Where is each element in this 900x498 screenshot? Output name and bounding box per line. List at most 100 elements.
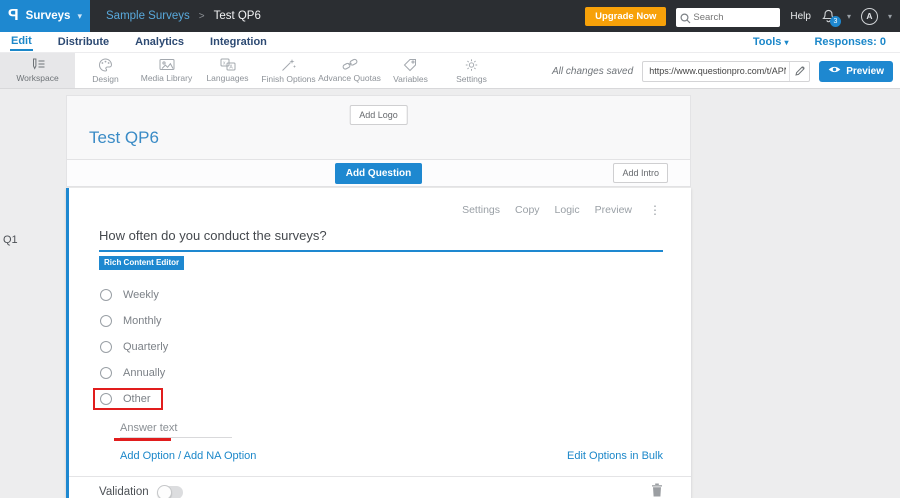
search-input[interactable]: [676, 7, 781, 27]
option-label[interactable]: Annually: [123, 367, 165, 379]
questionpro-logo-icon: P: [8, 7, 19, 24]
radio-icon[interactable]: [100, 393, 112, 405]
survey-editor-canvas: Q1 Add Logo Test QP6 Add Question Add In…: [0, 95, 900, 498]
toolbar-item-variables[interactable]: Variables: [380, 53, 441, 88]
workspace-icon: [30, 58, 46, 71]
question-input-underline: [99, 250, 663, 252]
question-copy-link[interactable]: Copy: [515, 204, 540, 216]
edit-options-in-bulk-link[interactable]: Edit Options in Bulk: [567, 450, 663, 462]
question-block: Settings Copy Logic Preview ⋮ How often …: [66, 188, 691, 498]
toolbar-item-advance-quotas[interactable]: Advance Quotas: [318, 53, 381, 88]
edit-toolbar: Workspace Design Media Library xA Langua…: [0, 52, 900, 89]
add-question-strip: Add Question Add Intro: [66, 160, 691, 187]
top-bar-right: Upgrade Now Help 3 ▾ A ▾: [585, 0, 892, 32]
toolbar-right: All changes saved Preview: [552, 53, 893, 89]
option-label[interactable]: Monthly: [123, 315, 162, 327]
toolbar-item-workspace[interactable]: Workspace: [0, 53, 75, 88]
breadcrumb-parent[interactable]: Sample Surveys: [106, 10, 190, 22]
media-library-icon: [159, 58, 175, 71]
settings-gear-icon: [464, 58, 479, 72]
notifications-caret-icon[interactable]: ▾: [847, 12, 851, 21]
option-label[interactable]: Other: [123, 393, 151, 405]
question-logic-link[interactable]: Logic: [555, 204, 580, 216]
design-palette-icon: [98, 57, 113, 72]
radio-icon[interactable]: [100, 341, 112, 353]
question-preview-link[interactable]: Preview: [595, 204, 632, 216]
top-bar: P Surveys ▾ Sample Surveys > Test QP6 Up…: [0, 0, 900, 32]
add-question-button-top[interactable]: Add Question: [334, 162, 423, 184]
search-box: [676, 7, 781, 29]
question-settings-link[interactable]: Settings: [462, 204, 500, 216]
toolbar-item-media-library[interactable]: Media Library: [136, 53, 197, 88]
add-intro-button[interactable]: Add Intro: [613, 163, 668, 183]
question-number-label: Q1: [3, 234, 18, 246]
tab-distribute[interactable]: Distribute: [57, 34, 110, 50]
option-row-quarterly[interactable]: Quarterly: [100, 334, 691, 360]
advance-quotas-links-icon: [342, 58, 358, 71]
toolbar-item-languages[interactable]: xA Languages: [197, 53, 258, 88]
option-row-other[interactable]: Other: [93, 386, 691, 412]
surveys-menu[interactable]: P Surveys ▾: [0, 0, 90, 32]
upgrade-now-button[interactable]: Upgrade Now: [585, 6, 667, 26]
tools-caret-icon: ▾: [784, 38, 789, 47]
annotation-underline: [114, 438, 171, 441]
question-overflow-menu-icon[interactable]: ⋮: [649, 203, 661, 217]
notifications-bell-icon[interactable]: 3: [821, 7, 841, 27]
preview-button[interactable]: Preview: [819, 60, 893, 82]
search-icon: [680, 11, 691, 29]
breadcrumb-separator-icon: >: [198, 10, 205, 22]
link-separator: /: [175, 450, 184, 462]
question-text[interactable]: How often do you conduct the surveys?: [99, 228, 691, 243]
add-logo-button[interactable]: Add Logo: [349, 105, 408, 125]
breadcrumb-current: Test QP6: [213, 10, 261, 22]
radio-icon[interactable]: [100, 315, 112, 327]
question-footer: Validation: [69, 476, 691, 498]
answer-options-list: Weekly Monthly Quarterly Annually Other: [93, 282, 691, 412]
annotation-highlight-box: Other: [93, 388, 163, 410]
subnav-right: Tools ▾ Responses: 0: [753, 36, 886, 48]
option-label[interactable]: Weekly: [123, 289, 159, 301]
other-answer-input[interactable]: [120, 421, 232, 438]
finish-options-wand-icon: [281, 58, 296, 72]
avatar[interactable]: A: [860, 7, 878, 25]
toolbar-item-finish-options[interactable]: Finish Options: [258, 53, 319, 88]
tab-edit[interactable]: Edit: [10, 33, 33, 51]
toolbar-label: Languages: [206, 73, 249, 83]
account-caret-icon[interactable]: ▾: [888, 12, 892, 21]
radio-icon[interactable]: [100, 289, 112, 301]
responses-count[interactable]: Responses: 0: [814, 36, 886, 48]
survey-nav: Edit Distribute Analytics Integration To…: [0, 32, 900, 52]
validation-toggle[interactable]: [156, 484, 183, 498]
tab-analytics[interactable]: Analytics: [134, 34, 185, 50]
question-actions: Settings Copy Logic Preview ⋮: [69, 188, 691, 217]
rich-content-editor-badge[interactable]: Rich Content Editor: [99, 256, 185, 270]
option-row-annually[interactable]: Annually: [100, 360, 691, 386]
tab-integration[interactable]: Integration: [209, 34, 268, 50]
tools-menu[interactable]: Tools ▾: [753, 36, 789, 48]
eye-icon: [828, 65, 841, 77]
toolbar-item-design[interactable]: Design: [75, 53, 136, 88]
variables-tag-icon: [403, 58, 418, 72]
survey-title[interactable]: Test QP6: [89, 128, 159, 148]
save-status: All changes saved: [552, 65, 634, 77]
add-option-link[interactable]: Add Option: [120, 450, 175, 462]
option-row-weekly[interactable]: Weekly: [100, 282, 691, 308]
languages-icon: xA: [220, 58, 236, 71]
toolbar-item-settings[interactable]: Settings: [441, 53, 502, 88]
survey-url-box: [642, 60, 811, 82]
survey-url-input[interactable]: [643, 66, 790, 76]
radio-icon[interactable]: [100, 367, 112, 379]
toolbar-label: Variables: [393, 73, 428, 84]
notification-count-badge: 3: [829, 16, 841, 27]
toolbar-label: Media Library: [140, 73, 193, 83]
option-row-monthly[interactable]: Monthly: [100, 308, 691, 334]
validation-label: Validation: [99, 486, 149, 498]
delete-question-trash-icon[interactable]: [651, 483, 663, 498]
tools-label: Tools: [752, 36, 782, 48]
help-link[interactable]: Help: [790, 11, 811, 22]
add-na-option-link[interactable]: Add NA Option: [184, 450, 257, 462]
edit-url-pencil-icon[interactable]: [789, 61, 809, 81]
toolbar-label: Advance Quotas: [318, 73, 381, 83]
toolbar-label: Workspace: [16, 73, 59, 83]
option-label[interactable]: Quarterly: [123, 341, 168, 353]
